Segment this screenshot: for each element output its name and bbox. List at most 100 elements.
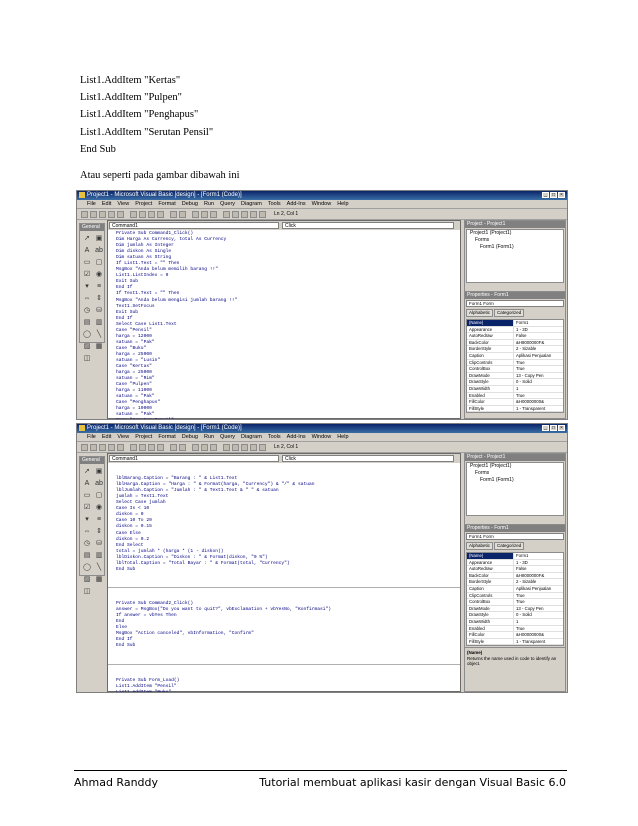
add-form-icon[interactable] [90,443,97,451]
checkbox-icon[interactable]: ☑ [82,269,92,279]
label-icon[interactable]: A [82,478,92,488]
menu-item-diagram[interactable]: Diagram [241,433,262,441]
property-row[interactable]: ControlBox True [467,366,563,373]
checkbox-icon[interactable]: ☑ [82,502,92,512]
menu-item-view[interactable]: View [117,200,129,208]
property-value[interactable]: &H8000000F& [514,340,544,346]
menu-item-edit[interactable]: Edit [102,200,111,208]
property-value[interactable]: Aplikasi Penjualan [514,586,551,592]
property-row[interactable]: ControlBox True [467,599,563,606]
open-icon[interactable] [108,443,115,451]
shape-icon[interactable]: ◯ [82,562,92,572]
tree-item-form1[interactable]: Form1 (Form1) [470,244,563,251]
undo-icon[interactable] [170,210,177,218]
dirlist-icon[interactable]: ▤ [82,317,92,327]
tree-item-forms[interactable]: Forms [470,237,563,244]
property-row[interactable]: DrawStyle 0 - Solid [467,612,563,619]
property-value[interactable]: False [514,566,527,572]
add-form-icon[interactable] [90,210,97,218]
property-value[interactable]: 13 - Copy Pen [514,606,543,612]
property-row[interactable]: FillStyle 1 - Transparent [467,405,563,413]
property-row[interactable]: Appearance 1 - 3D [467,326,563,334]
menu-item-run[interactable]: Run [204,200,214,208]
menu-item-format[interactable]: Format [158,200,175,208]
menu-item-query[interactable]: Query [220,433,235,441]
maximize-icon[interactable]: □ [550,425,557,431]
menu-item-window[interactable]: Window [312,433,332,441]
tree-item-form1[interactable]: Form1 (Form1) [470,477,563,484]
paste-icon[interactable] [148,210,155,218]
menu-item-format[interactable]: Format [158,433,175,441]
drivelist-icon[interactable]: ⛁ [94,538,104,548]
menu-item-tools[interactable]: Tools [268,200,281,208]
line-icon[interactable]: ╲ [94,329,104,339]
properties-grid[interactable]: (Name) Form1 Appearance 1 - 3D AutoRedraw Fal… [466,552,564,647]
menu-item-addins[interactable]: Add-Ins [287,433,306,441]
property-row[interactable]: Caption Aplikasi Penjualan [467,585,563,593]
object-browser-icon[interactable] [250,443,257,451]
property-row[interactable]: ClipControls True [467,359,563,367]
run-icon[interactable] [192,210,199,218]
tab-categorized[interactable]: Categorized [494,542,525,550]
image-icon[interactable]: ▨ [82,574,92,584]
combobox-icon[interactable]: ▾ [82,281,92,291]
property-row[interactable]: (Name) Form1 [467,320,563,327]
property-value[interactable]: False [514,333,527,339]
property-value[interactable]: 1 - 3D [514,327,528,333]
procedure-combo[interactable]: Click [282,222,454,229]
filelist-icon[interactable]: ▥ [94,550,104,560]
project-tree[interactable]: Project1 (Project1) Forms Form1 (Form1) [466,462,564,516]
properties-object-combo[interactable]: Form1 Form [466,300,564,307]
stop-icon[interactable] [210,443,217,451]
property-row[interactable]: BackColor &H8000000F& [467,339,563,347]
data-icon[interactable]: ▦ [94,341,104,351]
procedure-combo[interactable]: Click [282,455,454,462]
ole-icon[interactable]: ◫ [82,586,92,596]
property-row[interactable]: Enabled True [467,392,563,400]
property-row[interactable]: AutoRedraw False [467,333,563,340]
property-row[interactable]: DrawStyle 0 - Solid [467,379,563,386]
close-icon[interactable]: × [558,425,565,431]
project-tree[interactable]: Project1 (Project1) Forms Form1 (Form1) [466,229,564,283]
menu-item-project[interactable]: Project [135,433,152,441]
property-row[interactable]: Caption Aplikasi Penjualan [467,352,563,360]
property-row[interactable]: FillColor &H00000000& [467,399,563,406]
property-value[interactable]: True [514,393,525,399]
save-icon[interactable] [117,443,124,451]
toolbox-icon[interactable] [259,210,266,218]
property-value[interactable]: True [514,366,525,372]
object-combo[interactable]: Command1 [109,455,279,462]
menu-item-window[interactable]: Window [312,200,332,208]
menu-item-edit[interactable]: Edit [102,433,111,441]
property-row[interactable]: FillStyle 1 - Transparent [467,638,563,646]
property-value[interactable]: &H8000000F& [514,573,544,579]
property-row[interactable]: BorderStyle 2 - Sizable [467,579,563,586]
property-value[interactable]: 0 - Solid [514,379,532,385]
data-icon[interactable]: ▦ [94,574,104,584]
menu-item-debug[interactable]: Debug [182,200,198,208]
textbox-icon[interactable]: ab [94,245,104,255]
save-icon[interactable] [117,210,124,218]
property-value[interactable]: 13 - Copy Pen [514,373,543,379]
redo-icon[interactable] [179,210,186,218]
property-value[interactable]: 1 - Transparent [514,406,545,412]
properties-icon[interactable] [232,443,239,451]
optionbutton-icon[interactable]: ◉ [94,502,104,512]
object-combo[interactable]: Command1 [109,222,279,229]
menu-item-view[interactable]: View [117,433,129,441]
property-value[interactable]: Form1 [514,320,528,326]
paste-icon[interactable] [148,443,155,451]
picturebox-icon[interactable]: ▣ [94,233,104,243]
property-row[interactable]: Enabled True [467,625,563,633]
find-icon[interactable] [157,443,164,451]
toolbox-icon[interactable] [259,443,266,451]
property-row[interactable]: DrawMode 13 - Copy Pen [467,605,563,613]
property-row[interactable]: DrawWidth 1 [467,385,563,393]
hscroll-icon[interactable]: ⇔ [82,293,92,303]
ole-icon[interactable]: ◫ [82,353,92,363]
line-icon[interactable]: ╲ [94,562,104,572]
property-value[interactable]: 1 - Transparent [514,639,545,645]
property-value[interactable]: Aplikasi Penjualan [514,353,551,359]
menu-item-addins[interactable]: Add-Ins [287,200,306,208]
property-value[interactable]: 1 [514,619,518,625]
